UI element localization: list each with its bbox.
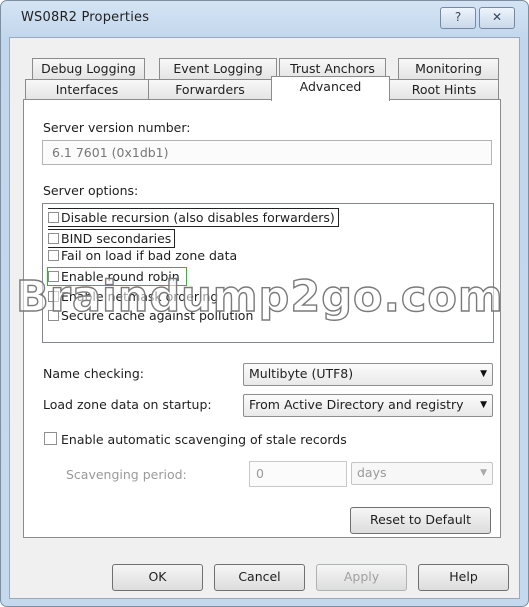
checkbox-icon[interactable]	[48, 212, 59, 223]
checkbox-icon[interactable]	[44, 432, 57, 445]
option-label: Enable round robin	[61, 269, 180, 284]
option-label: Fail on load if bad zone data	[61, 248, 238, 263]
window-title: WS08R2 Properties	[21, 10, 150, 25]
load-zone-value: From Active Directory and registry	[249, 397, 464, 412]
load-zone-select[interactable]: From Active Directory and registry ▼	[243, 394, 493, 417]
checkbox-icon[interactable]	[48, 233, 59, 244]
tab-advanced[interactable]: Advanced	[271, 76, 390, 101]
checkbox-icon[interactable]	[48, 310, 59, 321]
scavenging-unit-value: days	[357, 465, 387, 480]
scavenging-checkbox-row[interactable]: Enable automatic scavenging of stale rec…	[44, 432, 347, 447]
tab-root-hints[interactable]: Root Hints	[389, 79, 499, 101]
scavenging-period-value: 0	[256, 466, 264, 481]
option-disable-recursion[interactable]: Disable recursion (also disables forward…	[48, 208, 339, 227]
option-label: Disable recursion (also disables forward…	[61, 210, 335, 225]
scavenging-period-label: Scavenging period:	[66, 467, 187, 482]
server-version-field[interactable]: 6.1 7601 (0x1db1)	[42, 140, 492, 165]
option-enable-round-robin[interactable]: Enable round robin	[47, 267, 187, 286]
dropdown-arrow-icon: ▼	[480, 369, 487, 379]
option-label: BIND secondaries	[61, 231, 172, 246]
option-secure-cache[interactable]: Secure cache against pollution	[48, 307, 253, 324]
option-label: Enable netmask ordering	[61, 289, 219, 304]
help-title-button[interactable]: ?	[440, 7, 476, 29]
tab-debug-logging[interactable]: Debug Logging	[32, 58, 145, 80]
tab-monitoring[interactable]: Monitoring	[398, 58, 499, 80]
scavenging-period-input[interactable]: 0	[249, 461, 347, 487]
load-zone-label: Load zone data on startup:	[43, 397, 212, 412]
help-button[interactable]: Help	[418, 564, 509, 591]
ok-button[interactable]: OK	[112, 564, 203, 591]
checkbox-icon[interactable]	[48, 250, 59, 261]
server-options-label: Server options:	[43, 183, 139, 198]
cancel-button[interactable]: Cancel	[214, 564, 305, 591]
tab-interfaces[interactable]: Interfaces	[25, 79, 149, 101]
dropdown-arrow-icon: ▼	[480, 468, 487, 478]
scavenging-unit-select[interactable]: days ▼	[351, 462, 493, 485]
checkbox-icon[interactable]	[48, 271, 59, 282]
option-fail-on-load[interactable]: Fail on load if bad zone data	[48, 247, 237, 264]
name-checking-value: Multibyte (UTF8)	[249, 366, 354, 381]
tab-forwarders[interactable]: Forwarders	[148, 79, 272, 101]
reset-to-default-button[interactable]: Reset to Default	[350, 507, 491, 534]
server-version-value: 6.1 7601 (0x1db1)	[52, 145, 169, 160]
dropdown-arrow-icon: ▼	[480, 400, 487, 410]
checkbox-icon[interactable]	[48, 291, 59, 302]
option-enable-netmask-ordering[interactable]: Enable netmask ordering	[48, 288, 218, 305]
server-options-list[interactable]: Disable recursion (also disables forward…	[42, 203, 494, 343]
tab-event-logging[interactable]: Event Logging	[159, 58, 277, 80]
option-bind-secondaries[interactable]: BIND secondaries	[48, 229, 176, 248]
close-title-button[interactable]: ✕	[479, 7, 515, 29]
option-label: Secure cache against pollution	[61, 308, 254, 323]
name-checking-label: Name checking:	[43, 366, 144, 381]
server-version-label: Server version number:	[43, 120, 191, 135]
scavenging-checkbox-label: Enable automatic scavenging of stale rec…	[61, 432, 347, 447]
title-bar: WS08R2 Properties ? ✕	[1, 1, 528, 35]
name-checking-select[interactable]: Multibyte (UTF8) ▼	[243, 363, 493, 386]
apply-button[interactable]: Apply	[316, 564, 407, 591]
